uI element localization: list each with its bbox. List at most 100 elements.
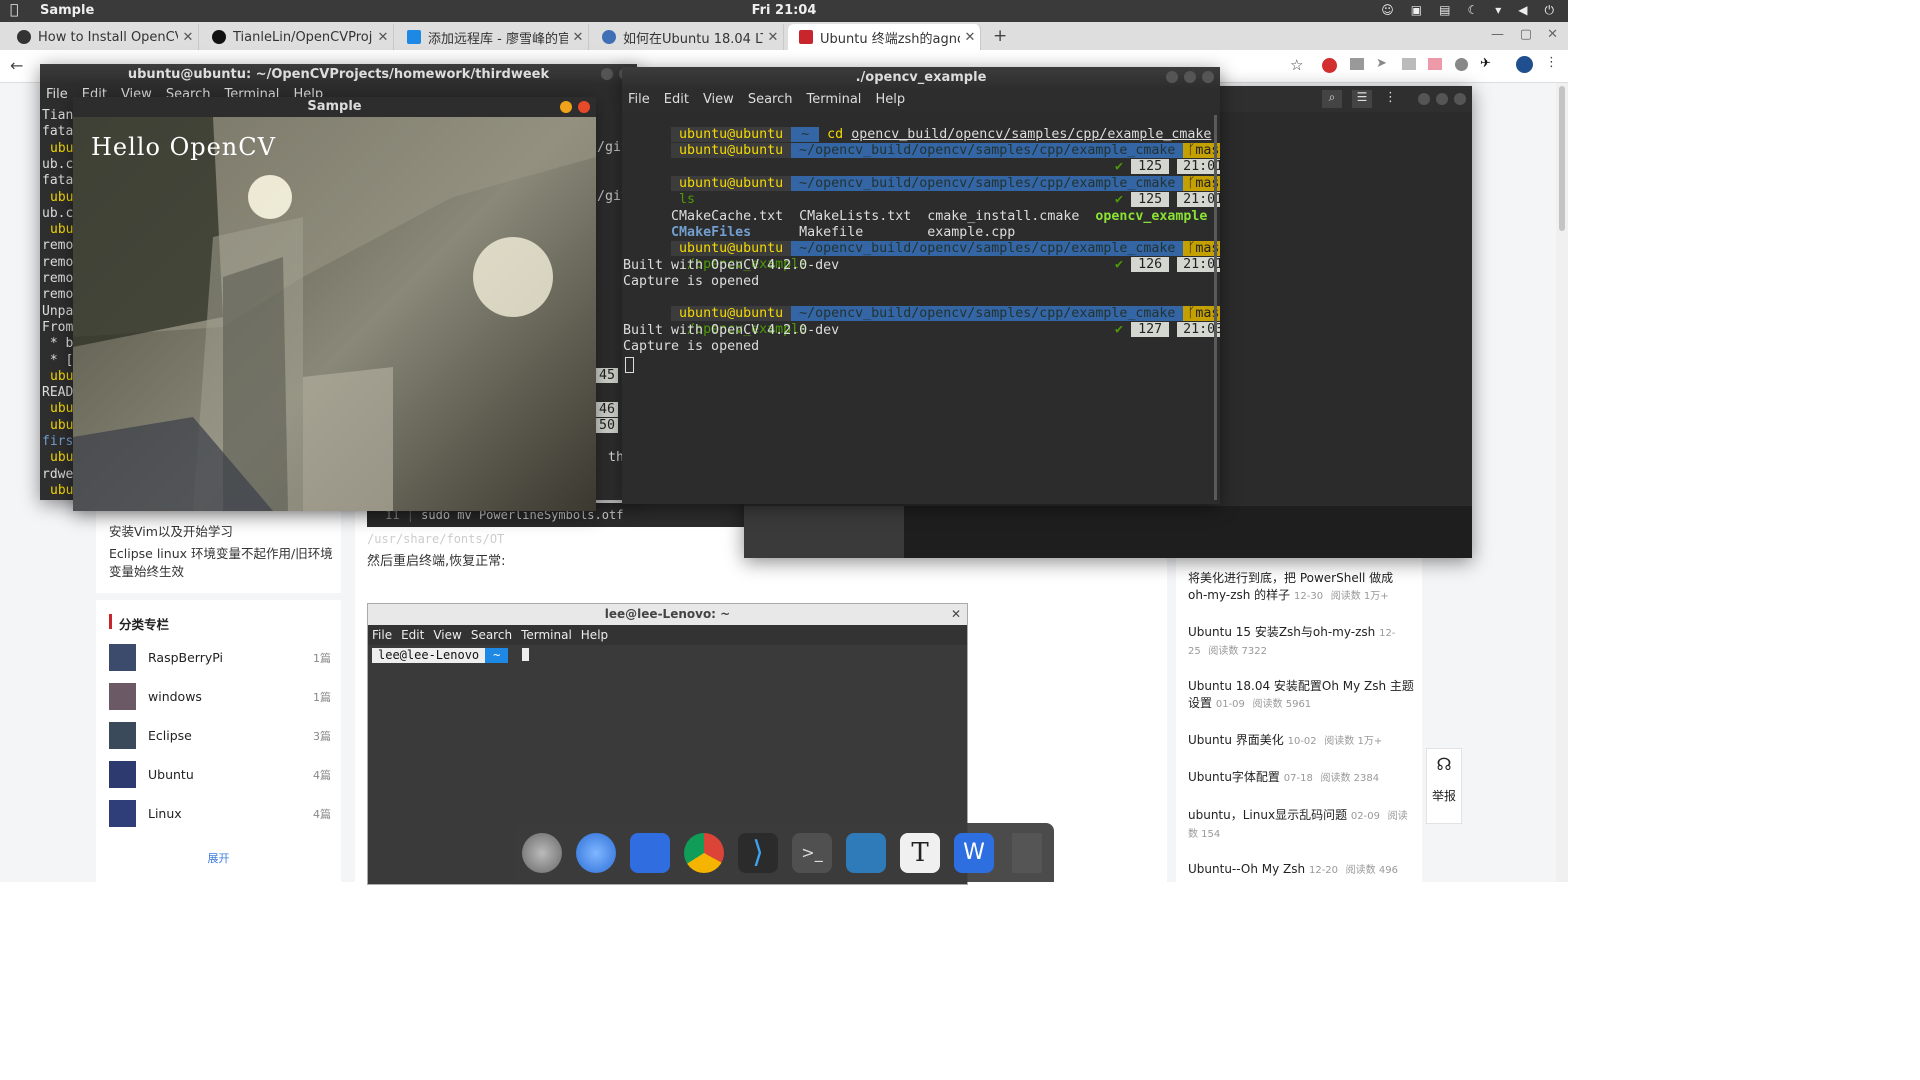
restore-icon[interactable]: ▢ bbox=[1520, 27, 1532, 42]
close-window-icon[interactable]: ✕ bbox=[1547, 27, 1558, 42]
trash-icon[interactable] bbox=[1012, 833, 1042, 873]
new-tab-button[interactable]: + bbox=[993, 26, 1007, 46]
finder-icon[interactable] bbox=[576, 833, 616, 873]
tab-label: How to Install OpenCV or bbox=[38, 29, 178, 45]
typora-icon[interactable]: T bbox=[900, 833, 940, 873]
close-icon[interactable] bbox=[1454, 93, 1466, 105]
expand-link[interactable]: 展开 bbox=[96, 850, 341, 866]
recommend-item[interactable]: Ubuntu--Oh My Zsh 12-20 阅读数 496 bbox=[1188, 861, 1416, 879]
browser-tab-active[interactable]: Ubuntu 终端zsh的agnoste ✕ bbox=[788, 24, 981, 50]
night-mode-icon[interactable]: ☾ bbox=[1467, 3, 1478, 18]
command-line: ./opencv_example bbox=[623, 241, 807, 272]
maximize-icon[interactable] bbox=[1436, 93, 1448, 105]
menu-terminal[interactable]: Terminal bbox=[806, 89, 861, 111]
settings-icon[interactable] bbox=[846, 833, 886, 873]
extension-icon[interactable] bbox=[1428, 58, 1442, 70]
launchpad-icon[interactable] bbox=[522, 833, 562, 873]
window-title-bar[interactable]: ubuntu@ubuntu: ~/OpenCVProjects/homework… bbox=[40, 64, 637, 85]
category-item[interactable]: Eclipse 3篇 bbox=[109, 722, 331, 750]
menu-dots-icon[interactable]: ⋮ bbox=[1545, 55, 1558, 70]
close-icon[interactable]: ✕ bbox=[960, 30, 980, 45]
avatar[interactable] bbox=[1516, 56, 1533, 73]
recommend-date: 02-09 bbox=[1350, 811, 1380, 822]
terminal-icon[interactable]: >_ bbox=[792, 833, 832, 873]
minimize-icon[interactable] bbox=[601, 68, 613, 80]
report-button[interactable]: 举报 bbox=[1427, 787, 1461, 804]
browser-tab[interactable]: How to Install OpenCV or ✕ bbox=[6, 24, 199, 50]
terminal-line: ubu bbox=[50, 222, 74, 238]
extension-icon[interactable] bbox=[1350, 58, 1364, 70]
minimize-icon[interactable] bbox=[1166, 71, 1178, 83]
category-item[interactable]: Ubuntu 4篇 bbox=[109, 761, 331, 789]
close-icon[interactable] bbox=[1202, 71, 1214, 83]
opencv-example-terminal-window[interactable]: ./opencv_example File Edit View Search T… bbox=[622, 67, 1220, 504]
menu-file[interactable]: File bbox=[628, 89, 650, 111]
browser-tab[interactable]: 添加远程库 - 廖雪峰的官方 ✕ bbox=[396, 24, 589, 50]
status-line: ✔ 126 21:01:02 bbox=[1067, 241, 1220, 272]
menu-help[interactable]: Help bbox=[875, 89, 905, 111]
category-item[interactable]: Linux 4篇 bbox=[109, 800, 331, 828]
tab-favicon-icon bbox=[17, 30, 31, 44]
window-title-bar[interactable]: ./opencv_example bbox=[622, 67, 1220, 89]
panel-clock[interactable]: Fri 21:04 bbox=[0, 3, 1568, 18]
files-icon[interactable] bbox=[630, 833, 670, 873]
category-count: 1篇 bbox=[313, 691, 331, 704]
back-arrow-icon[interactable]: ← bbox=[10, 56, 23, 75]
column-title: 分类专栏 bbox=[119, 617, 170, 632]
close-icon[interactable]: ✕ bbox=[178, 30, 198, 45]
adblock-icon[interactable] bbox=[1322, 58, 1337, 73]
menu-edit[interactable]: Edit bbox=[664, 89, 689, 111]
menu-view[interactable]: View bbox=[703, 89, 734, 111]
terminal-scrollbar[interactable] bbox=[1214, 115, 1217, 500]
extension-icon[interactable] bbox=[1455, 58, 1468, 71]
menu-dots-icon[interactable]: ⋮ bbox=[1384, 90, 1397, 105]
close-icon[interactable]: ✕ bbox=[568, 30, 588, 45]
cursor-extension-icon[interactable]: ➤ bbox=[1376, 56, 1387, 71]
scroll-thumb[interactable] bbox=[1559, 86, 1565, 231]
list-icon[interactable]: ☰ bbox=[1352, 90, 1372, 108]
customer-service-icon[interactable]: ☊ bbox=[1427, 755, 1461, 775]
terminal-line: ubu bbox=[50, 401, 74, 417]
recommend-item[interactable]: Ubuntu 18.04 安装配置Oh My Zsh 主题设置 01-09 阅读… bbox=[1188, 678, 1416, 713]
wps-icon[interactable]: W bbox=[954, 833, 994, 873]
menu-file[interactable]: File bbox=[46, 85, 68, 105]
article-link[interactable]: 安装Vim以及开始学习 bbox=[109, 521, 233, 540]
accessibility-icon[interactable]: ☺ bbox=[1381, 3, 1394, 18]
close-icon[interactable]: ✕ bbox=[763, 30, 783, 45]
category-item[interactable]: RaspBerryPi 1篇 bbox=[109, 644, 331, 672]
volume-icon[interactable]: ◀ bbox=[1518, 3, 1527, 18]
maximize-icon[interactable] bbox=[1184, 71, 1196, 83]
article-link[interactable]: Eclipse linux 环境变量不起作用/旧环境变量始终生效 bbox=[109, 545, 334, 581]
recommend-item[interactable]: Ubuntu 界面美化 10-02 阅读数 1万+ bbox=[1188, 732, 1416, 750]
window-title-bar[interactable]: Sample bbox=[73, 97, 596, 117]
keyboard-icon[interactable]: ▤ bbox=[1439, 3, 1450, 18]
browser-tab[interactable]: TianleLin/OpenCVProject ✕ bbox=[201, 24, 394, 50]
vscode-icon[interactable]: ⟩ bbox=[738, 833, 778, 873]
minimize-icon[interactable] bbox=[1418, 93, 1430, 105]
terminal-cursor bbox=[625, 357, 634, 373]
minimize-icon[interactable]: — bbox=[1491, 27, 1504, 42]
status-line: ✔ 125 21:01:00 bbox=[1067, 143, 1220, 174]
minimize-icon[interactable] bbox=[560, 101, 572, 113]
recommend-item[interactable]: Ubuntu 15 安装Zsh与oh-my-zsh 12-25 阅读数 7322 bbox=[1188, 624, 1416, 660]
chrome-icon[interactable] bbox=[684, 833, 724, 873]
power-icon[interactable]: ⏻ bbox=[1545, 3, 1555, 18]
overlay-text: Hello OpenCV bbox=[91, 133, 276, 161]
recommend-item[interactable]: ubuntu，Linux显示乱码问题 02-09 阅读数 154 bbox=[1188, 807, 1416, 843]
bookmark-star-icon[interactable]: ☆ bbox=[1290, 56, 1303, 74]
recommend-item[interactable]: Ubuntu字体配置 07-18 阅读数 2384 bbox=[1188, 769, 1416, 787]
menu-search[interactable]: Search bbox=[748, 89, 793, 111]
extension-icon[interactable] bbox=[1402, 58, 1416, 70]
close-icon[interactable]: ✕ bbox=[373, 30, 393, 45]
extension-icon[interactable]: ✈ bbox=[1480, 56, 1491, 71]
input-method-icon[interactable]: ▣ bbox=[1411, 3, 1422, 18]
status-line: ✔ 125 21:01:00 bbox=[1067, 176, 1220, 207]
browser-tab[interactable]: 如何在Ubuntu 18.04 LTS中 ✕ bbox=[591, 24, 784, 50]
close-icon[interactable] bbox=[578, 101, 590, 113]
category-item[interactable]: windows 1篇 bbox=[109, 683, 331, 711]
wifi-icon[interactable]: ▾ bbox=[1495, 3, 1501, 18]
recommend-item[interactable]: 将美化进行到底，把 PowerShell 做成 oh-my-zsh 的样子 12… bbox=[1188, 570, 1416, 605]
sample-window[interactable]: Sample Hello OpenCV bbox=[73, 97, 596, 511]
search-icon[interactable]: ⌕ bbox=[1322, 90, 1342, 108]
page-scrollbar[interactable] bbox=[1556, 83, 1568, 882]
